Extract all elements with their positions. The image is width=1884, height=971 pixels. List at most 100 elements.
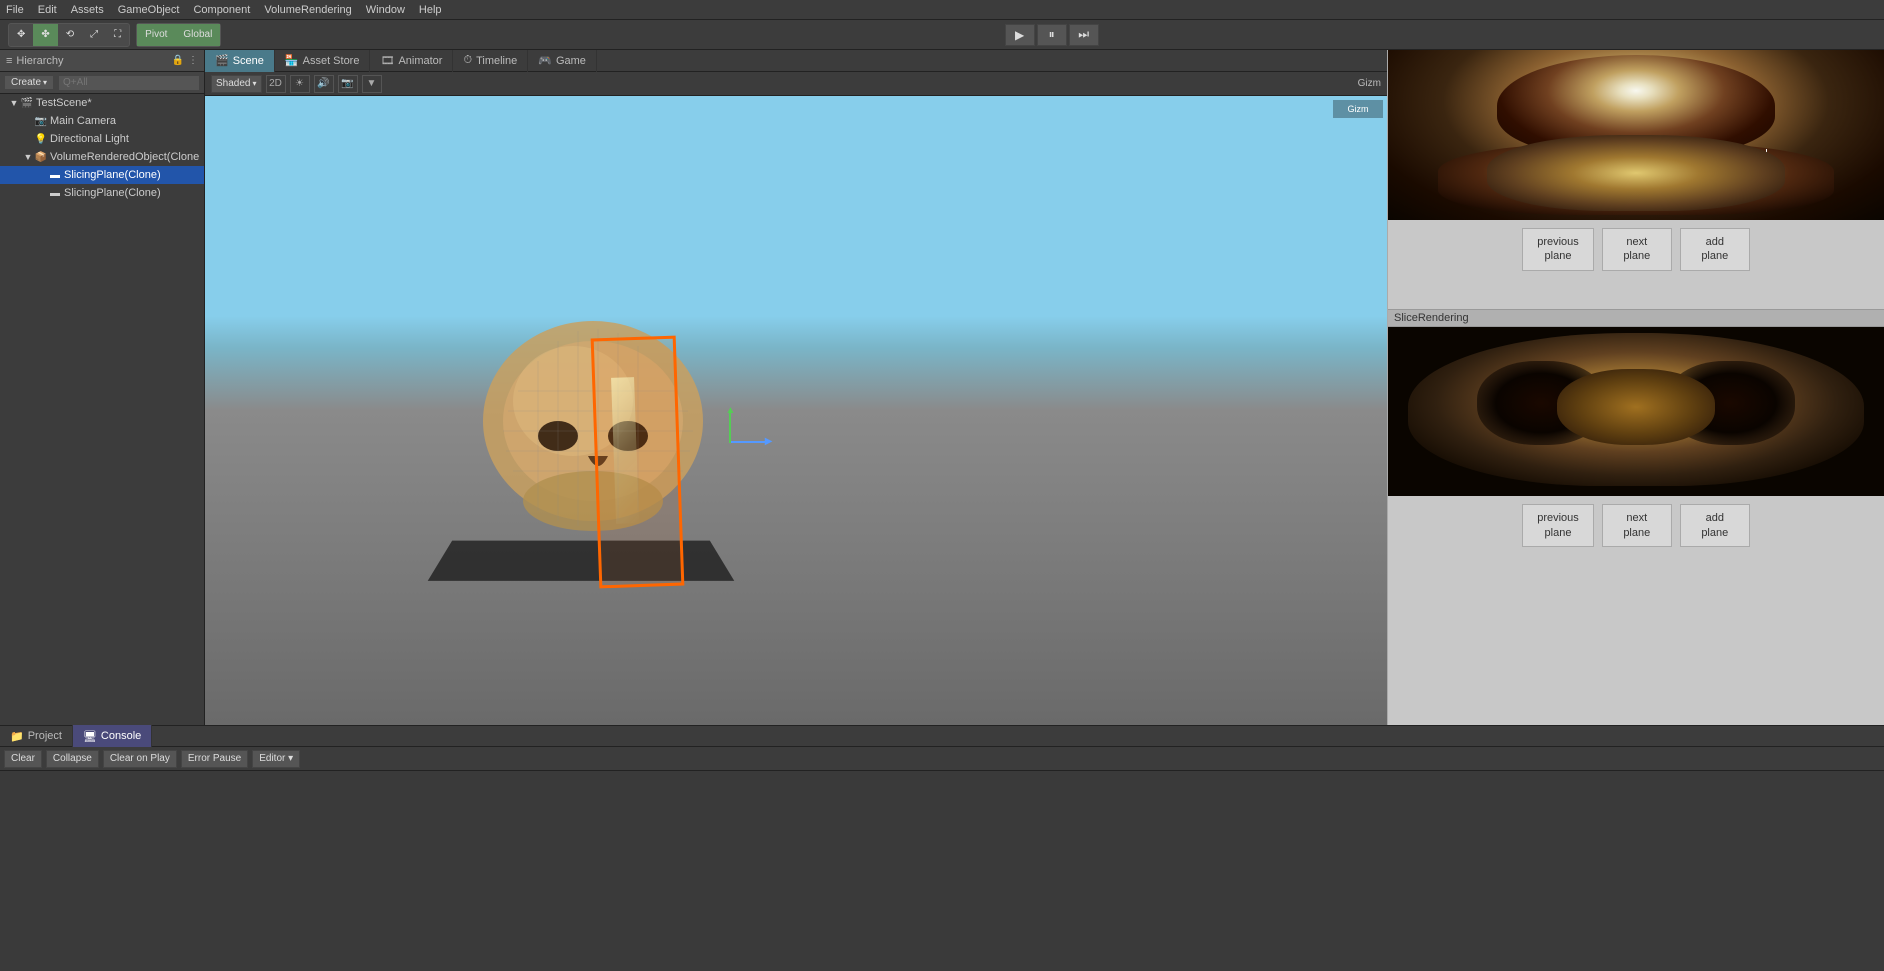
- scene-tabs: 🎬 Scene 🏪 Asset Store 🎞 Animator ⏱ Timel…: [205, 50, 1387, 72]
- shading-label: Shaded: [216, 78, 250, 89]
- tab-timeline[interactable]: ⏱ Timeline: [453, 50, 528, 72]
- shading-dropdown-arrow: ▾: [252, 79, 256, 88]
- tree-item-directionallight[interactable]: 💡 Directional Light: [0, 130, 204, 148]
- tree-label-directionallight: Directional Light: [50, 133, 129, 145]
- hierarchy-header-icons: 🔒 ⋮: [172, 55, 198, 66]
- 2d-toggle[interactable]: 2D: [266, 75, 286, 93]
- hierarchy-icon: ≡: [6, 55, 12, 67]
- ct-buttons-top: previous plane next plane add plane: [1388, 220, 1884, 279]
- slicing-plane-highlight: [591, 335, 685, 588]
- editor-dropdown-button[interactable]: Editor ▾: [252, 750, 300, 768]
- play-button[interactable]: ▶: [1005, 24, 1035, 46]
- panel-spacer: [1388, 279, 1884, 309]
- tab-scene-icon: 🎬: [215, 54, 229, 67]
- tab-animator-icon: 🎞: [380, 54, 394, 67]
- right-panel-inner: previous plane next plane add plane Slic…: [1388, 50, 1884, 725]
- rect-tool[interactable]: ⛶: [106, 24, 129, 46]
- tab-timeline-label: Timeline: [476, 55, 517, 67]
- gizmo-label: Gizm: [1358, 78, 1381, 89]
- menu-assets[interactable]: Assets: [71, 4, 104, 16]
- pivot-global-group: Pivot Global: [136, 23, 221, 47]
- pivot-button[interactable]: Pivot: [137, 24, 175, 46]
- tree-item-volumerendered[interactable]: ▼ 📦 VolumeRenderedObject(Clone: [0, 148, 204, 166]
- tab-console[interactable]: 🖥 Console: [73, 725, 152, 747]
- menu-volumerendering[interactable]: VolumeRendering: [264, 4, 351, 16]
- tab-game-label: Game: [556, 55, 586, 67]
- clear-on-play-button[interactable]: Clear on Play: [103, 750, 177, 768]
- tab-scene-label: Scene: [233, 55, 264, 67]
- camera-effects-btn[interactable]: 📷: [338, 75, 358, 93]
- scene-view-options[interactable]: ▼: [362, 75, 382, 93]
- menu-file[interactable]: File: [6, 4, 24, 16]
- add-plane-top-btn[interactable]: add plane: [1680, 228, 1750, 271]
- hierarchy-search[interactable]: [58, 75, 200, 91]
- tree-icon-slicingplane2: ▬: [48, 188, 62, 199]
- error-pause-button[interactable]: Error Pause: [181, 750, 248, 768]
- hierarchy-header: ≡ Hierarchy 🔒 ⋮: [0, 50, 204, 72]
- tab-console-icon: 🖥: [83, 730, 97, 743]
- add-plane-bottom-btn[interactable]: add plane: [1680, 504, 1750, 547]
- menu-edit[interactable]: Edit: [38, 4, 57, 16]
- menu-component[interactable]: Component: [193, 4, 250, 16]
- tab-assetstore[interactable]: 🏪 Asset Store: [275, 50, 371, 72]
- tab-animator-label: Animator: [398, 55, 442, 67]
- tree-icon-directionallight: 💡: [34, 134, 48, 145]
- tab-animator[interactable]: 🎞 Animator: [370, 50, 453, 72]
- slice-rendering-label: SliceRendering: [1388, 309, 1884, 327]
- step-button[interactable]: ⏭: [1069, 24, 1099, 46]
- tree-icon-volumerendered: 📦: [34, 152, 48, 163]
- menu-window[interactable]: Window: [366, 4, 405, 16]
- transform-tools: ✥ ✤ ⟲ ⤢ ⛶: [8, 23, 130, 47]
- move-tool[interactable]: ✤: [33, 24, 57, 46]
- menu-help[interactable]: Help: [419, 4, 442, 16]
- hierarchy-toolbar: Create ▾: [0, 72, 204, 94]
- scene-3d: ▶ ▲: [205, 96, 1387, 725]
- prev-plane-bottom-btn[interactable]: previous plane: [1522, 504, 1594, 547]
- tree-item-maincamera[interactable]: 📷 Main Camera: [0, 112, 204, 130]
- tree-label-volumerendered: VolumeRenderedObject(Clone: [50, 151, 199, 163]
- tree-label-testscene: TestScene*: [36, 97, 92, 109]
- tab-game[interactable]: 🎮 Game: [528, 50, 597, 72]
- clear-button[interactable]: Clear: [4, 750, 42, 768]
- tree-item-slicingplane1[interactable]: ▬ SlicingPlane(Clone): [0, 166, 204, 184]
- tree-item-slicingplane2[interactable]: ▬ SlicingPlane(Clone): [0, 184, 204, 202]
- console-toolbar: Clear Collapse Clear on Play Error Pause…: [0, 747, 1884, 771]
- tab-project-icon: 📁: [10, 730, 24, 743]
- rotate-tool[interactable]: ⟲: [58, 24, 82, 46]
- audio-btn[interactable]: 🔊: [314, 75, 334, 93]
- global-button[interactable]: Global: [175, 24, 220, 46]
- scale-tool[interactable]: ⤢: [82, 24, 106, 46]
- create-dropdown-arrow: ▾: [43, 78, 47, 87]
- menu-gameobject[interactable]: GameObject: [118, 4, 180, 16]
- left-panel: ≡ Hierarchy 🔒 ⋮ Create ▾ ▼ 🎬: [0, 50, 205, 725]
- tab-project[interactable]: 📁 Project: [0, 725, 73, 747]
- tree-item-testscene[interactable]: ▼ 🎬 TestScene*: [0, 94, 204, 112]
- menu-bar: File Edit Assets GameObject Component Vo…: [0, 0, 1884, 20]
- right-panel-bottom-spacer: [1388, 555, 1884, 725]
- hierarchy-title: ≡ Hierarchy: [6, 55, 64, 67]
- tree-label-slicingplane2: SlicingPlane(Clone): [64, 187, 161, 199]
- viewport[interactable]: ▶ ▲ Gizm: [205, 96, 1387, 725]
- ct-coronal-image: [1388, 50, 1884, 220]
- next-plane-bottom-btn[interactable]: next plane: [1602, 504, 1672, 547]
- hierarchy-menu-icon[interactable]: ⋮: [188, 55, 198, 66]
- tree-arrow-testscene: ▼: [8, 98, 20, 108]
- main-toolbar: ✥ ✤ ⟲ ⤢ ⛶ Pivot Global ▶ ⏸ ⏭: [0, 20, 1884, 50]
- prev-plane-top-btn[interactable]: previous plane: [1522, 228, 1594, 271]
- center-panel: 🎬 Scene 🏪 Asset Store 🎞 Animator ⏱ Timel…: [205, 50, 1387, 725]
- move-gizmo: ▶ ▲: [701, 413, 761, 473]
- gizmo-display: Gizm: [1333, 100, 1383, 118]
- hierarchy-lock-icon[interactable]: 🔒: [172, 55, 184, 66]
- collapse-button[interactable]: Collapse: [46, 750, 99, 768]
- right-panel: previous plane next plane add plane Slic…: [1387, 50, 1884, 725]
- shading-dropdown[interactable]: Shaded ▾: [211, 75, 262, 93]
- lighting-btn[interactable]: ☀: [290, 75, 310, 93]
- tree-label-maincamera: Main Camera: [50, 115, 116, 127]
- next-plane-top-btn[interactable]: next plane: [1602, 228, 1672, 271]
- console-tabs: 📁 Project 🖥 Console: [0, 725, 1884, 747]
- pause-button[interactable]: ⏸: [1037, 24, 1067, 46]
- hand-tool[interactable]: ✥: [9, 24, 33, 46]
- tab-scene[interactable]: 🎬 Scene: [205, 50, 275, 72]
- hierarchy-tree: ▼ 🎬 TestScene* 📷 Main Camera 💡 Direction…: [0, 94, 204, 725]
- create-button[interactable]: Create ▾: [4, 75, 54, 90]
